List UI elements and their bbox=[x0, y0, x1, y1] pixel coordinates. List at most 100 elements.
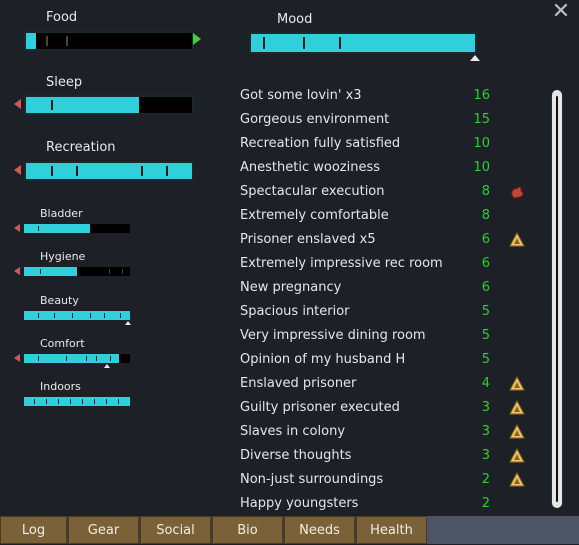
need-bar-recreation bbox=[24, 161, 194, 181]
need-bar-beauty bbox=[24, 311, 130, 320]
thought-mood-value: 2 bbox=[481, 496, 490, 511]
thought-label: Very impressive dining room bbox=[240, 328, 426, 343]
thought-mood-value: 3 bbox=[481, 448, 490, 463]
threshold-tick bbox=[166, 166, 168, 176]
thought-row[interactable]: Recreation fully satisfied 10 bbox=[240, 132, 550, 156]
thought-label: Spacious interior bbox=[240, 304, 350, 319]
thought-row[interactable]: Happy youngsters 2 bbox=[240, 492, 550, 516]
thought-mood-value: 10 bbox=[473, 160, 490, 175]
thought-mood-value: 8 bbox=[481, 208, 490, 223]
trend-down-arrow-icon bbox=[14, 99, 21, 109]
thought-label: Enslaved prisoner bbox=[240, 376, 357, 391]
thought-row[interactable]: Enslaved prisoner 4 bbox=[240, 372, 550, 396]
ideology-icon[interactable] bbox=[508, 447, 526, 465]
tab-bar-background bbox=[427, 516, 579, 544]
ideology-icon[interactable] bbox=[508, 423, 526, 441]
need-label-sleep: Sleep bbox=[46, 75, 83, 90]
trend-down-arrow-icon bbox=[14, 165, 21, 175]
thought-mood-value: 8 bbox=[481, 184, 490, 199]
thought-row[interactable]: Diverse thoughts 3 bbox=[240, 444, 550, 468]
thought-row[interactable]: Guilty prisoner executed 3 bbox=[240, 396, 550, 420]
thought-label: Extremely impressive rec room bbox=[240, 256, 443, 271]
threshold-tick bbox=[263, 37, 265, 49]
need-bar-hygiene bbox=[24, 267, 130, 276]
scrollbar[interactable] bbox=[551, 90, 563, 508]
threshold-tick bbox=[46, 399, 47, 404]
threshold-tick bbox=[58, 399, 59, 404]
thought-row[interactable]: Slaves in colony 3 bbox=[240, 420, 550, 444]
thought-mood-value: 16 bbox=[473, 88, 490, 103]
thought-label: Diverse thoughts bbox=[240, 448, 352, 463]
thought-label: Slaves in colony bbox=[240, 424, 346, 439]
tab-bar: Log Gear Social Bio Needs Health bbox=[0, 516, 579, 544]
thought-mood-value: 6 bbox=[481, 256, 490, 271]
thought-mood-value: 5 bbox=[481, 328, 490, 343]
thought-row[interactable]: Prisoner enslaved x5 6 bbox=[240, 228, 550, 252]
target-marker-icon bbox=[125, 321, 131, 325]
thought-mood-value: 4 bbox=[481, 376, 490, 391]
thought-row[interactable]: Non-just surroundings 2 bbox=[240, 468, 550, 492]
thought-row[interactable]: Got some lovin' x3 16 bbox=[240, 84, 550, 108]
thought-row[interactable]: Extremely impressive rec room 6 bbox=[240, 252, 550, 276]
thought-mood-value: 10 bbox=[473, 136, 490, 151]
threshold-tick bbox=[38, 226, 39, 231]
thought-mood-value: 3 bbox=[481, 400, 490, 415]
need-label-beauty: Beauty bbox=[40, 294, 79, 307]
threshold-tick bbox=[38, 356, 39, 361]
thought-row[interactable]: Spectacular execution 8 bbox=[240, 180, 550, 204]
threshold-tick bbox=[303, 37, 305, 49]
thought-label: Extremely comfortable bbox=[240, 208, 389, 223]
need-fill-beauty bbox=[24, 311, 130, 320]
thought-row[interactable]: Anesthetic wooziness 10 bbox=[240, 156, 550, 180]
tab-social[interactable]: Social bbox=[140, 516, 211, 544]
trend-down-arrow-icon bbox=[14, 354, 20, 362]
thought-row[interactable]: Opinion of my husband H 5 bbox=[240, 348, 550, 372]
need-bar-food bbox=[24, 31, 194, 51]
thought-label: Recreation fully satisfied bbox=[240, 136, 401, 151]
threshold-tick bbox=[66, 36, 68, 46]
mood-fill bbox=[251, 34, 475, 52]
tab-health[interactable]: Health bbox=[356, 516, 427, 544]
ideology-icon[interactable] bbox=[508, 399, 526, 417]
trend-down-arrow-icon bbox=[14, 224, 20, 232]
need-fill-sleep bbox=[26, 97, 139, 113]
need-fill-bladder bbox=[24, 224, 90, 233]
threshold-tick bbox=[106, 399, 107, 404]
thought-label: Spectacular execution bbox=[240, 184, 385, 199]
threshold-tick bbox=[40, 269, 41, 274]
thought-label: New pregnancy bbox=[240, 280, 342, 295]
tab-needs[interactable]: Needs bbox=[284, 516, 355, 544]
thought-mood-value: 2 bbox=[481, 472, 490, 487]
thought-row[interactable]: New pregnancy 6 bbox=[240, 276, 550, 300]
thought-mood-value: 5 bbox=[481, 352, 490, 367]
thought-mood-value: 6 bbox=[481, 280, 490, 295]
threshold-tick bbox=[122, 269, 123, 274]
ideology-icon[interactable] bbox=[508, 231, 526, 249]
ideology-icon[interactable] bbox=[508, 471, 526, 489]
target-marker-icon bbox=[104, 364, 110, 368]
close-icon[interactable]: ✕ bbox=[551, 1, 571, 23]
threshold-tick bbox=[96, 356, 97, 361]
thought-row[interactable]: Spacious interior 5 bbox=[240, 300, 550, 324]
thought-row[interactable]: Very impressive dining room 5 bbox=[240, 324, 550, 348]
hand-icon[interactable] bbox=[508, 183, 526, 201]
ideology-icon[interactable] bbox=[508, 375, 526, 393]
threshold-tick bbox=[46, 36, 48, 46]
thought-row[interactable]: Gorgeous environment 15 bbox=[240, 108, 550, 132]
thought-label: Anesthetic wooziness bbox=[240, 160, 380, 175]
thought-label: Prisoner enslaved x5 bbox=[240, 232, 376, 247]
thought-label: Guilty prisoner executed bbox=[240, 400, 400, 415]
threshold-tick bbox=[118, 399, 119, 404]
trend-down-arrow-icon bbox=[14, 267, 20, 275]
threshold-tick bbox=[38, 313, 39, 318]
threshold-tick bbox=[70, 399, 71, 404]
threshold-tick bbox=[110, 356, 111, 361]
thought-row[interactable]: Extremely comfortable 8 bbox=[240, 204, 550, 228]
tab-bio[interactable]: Bio bbox=[212, 516, 283, 544]
need-label-food: Food bbox=[46, 10, 78, 25]
scrollbar-thumb[interactable] bbox=[552, 90, 562, 508]
tab-log[interactable]: Log bbox=[0, 516, 67, 544]
tab-gear[interactable]: Gear bbox=[68, 516, 139, 544]
thought-label: Opinion of my husband H bbox=[240, 352, 406, 367]
thought-label: Gorgeous environment bbox=[240, 112, 390, 127]
